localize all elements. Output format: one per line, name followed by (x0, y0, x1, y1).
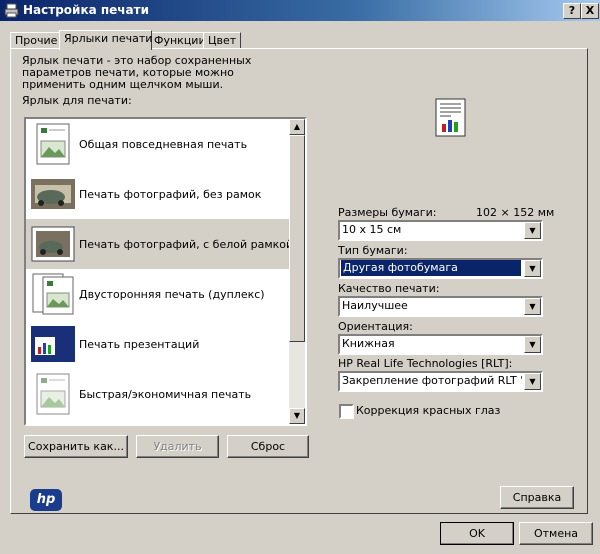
hp-logo: hp (30, 489, 62, 511)
list-item[interactable]: Печать фотографий, без рамок (26, 169, 292, 219)
chevron-down-icon[interactable]: ▼ (524, 260, 541, 277)
paper-type-label: Тип бумаги: (338, 244, 408, 257)
title-bar: Настройка печати ? X (0, 0, 600, 21)
list-item-label: Печать фотографий, без рамок (79, 188, 262, 201)
list-item[interactable]: Двусторонняя печать (дуплекс) (26, 269, 292, 319)
list-scrollbar[interactable]: ▲ ▼ (289, 119, 305, 424)
orientation-select[interactable]: Книжная ▼ (338, 334, 543, 355)
scroll-up-icon[interactable]: ▲ (289, 119, 305, 135)
shortcuts-description: Ярлык печати - это набор сохраненных пар… (22, 54, 252, 91)
help-button[interactable]: Справка (500, 486, 574, 509)
rlt-value: Закрепление фотографий RLT 'Базо (342, 374, 522, 387)
orientation-value: Книжная (342, 337, 395, 350)
scroll-down-icon[interactable]: ▼ (289, 408, 305, 424)
print-quality-label: Качество печати: (338, 282, 440, 295)
list-item-label: Печать презентаций (79, 338, 200, 351)
chevron-down-icon[interactable]: ▼ (524, 336, 541, 353)
chevron-down-icon[interactable]: ▼ (524, 373, 541, 390)
paper-size-mm: 102 × 152 мм (476, 206, 555, 219)
rlt-select[interactable]: Закрепление фотографий RLT 'Базо ▼ (338, 371, 543, 392)
tab-other[interactable]: Прочие (10, 32, 60, 49)
list-item[interactable]: Быстрая/экономичная печать (26, 369, 292, 419)
scroll-thumb[interactable] (289, 135, 305, 342)
economy-icon (36, 373, 70, 415)
print-quality-select[interactable]: Наилучшее ▼ (338, 296, 543, 317)
list-item-label: Печать фотографий, с белой рамкой (79, 238, 294, 251)
shortcut-list-label: Ярлык для печати: (22, 94, 132, 107)
tab-print-shortcuts[interactable]: Ярлыки печати (59, 30, 152, 50)
window-title: Настройка печати (23, 3, 149, 17)
chevron-down-icon[interactable]: ▼ (524, 222, 541, 239)
save-as-button[interactable]: Сохранить как... (24, 435, 128, 458)
help-title-button[interactable]: ? (563, 3, 581, 19)
list-item[interactable]: Печать фотографий, с белой рамкой (26, 219, 294, 269)
red-eye-checkbox[interactable] (339, 404, 354, 419)
list-item[interactable]: Печать презентаций (26, 319, 292, 369)
reset-button[interactable]: Сброс (227, 435, 309, 458)
document-icon (36, 123, 70, 165)
duplex-icon (32, 273, 74, 315)
paper-type-value: Другая фотобумага (341, 260, 521, 276)
cancel-button[interactable]: Отмена (519, 522, 593, 545)
print-quality-value: Наилучшее (342, 299, 408, 312)
orientation-label: Ориентация: (338, 320, 413, 333)
chevron-down-icon[interactable]: ▼ (524, 298, 541, 315)
list-item-label: Общая повседневная печать (79, 138, 248, 151)
presentation-icon (31, 326, 75, 362)
red-eye-label: Коррекция красных глаз (356, 404, 501, 417)
rlt-label: HP Real Life Technologies [RLT]: (338, 357, 513, 370)
page-preview-icon (435, 98, 466, 137)
tab-color[interactable]: Цвет (203, 32, 241, 49)
shortcut-list[interactable]: Общая повседневная печать Печать фотогра… (24, 117, 307, 426)
list-item-label: Двусторонняя печать (дуплекс) (79, 288, 265, 301)
paper-size-select[interactable]: 10 x 15 см ▼ (338, 220, 543, 241)
paper-size-value: 10 x 15 см (342, 223, 402, 236)
close-title-button[interactable]: X (581, 3, 599, 19)
printer-icon (4, 3, 19, 18)
photo-white-border-icon (31, 226, 75, 262)
photo-borderless-icon (31, 179, 75, 209)
paper-type-select[interactable]: Другая фотобумага ▼ (338, 258, 543, 279)
delete-button[interactable]: Удалить (136, 435, 219, 458)
paper-size-label: Размеры бумаги: (338, 206, 437, 219)
ok-button[interactable]: OK (440, 522, 514, 545)
list-item-label: Быстрая/экономичная печать (79, 388, 252, 401)
tab-features[interactable]: Функции (149, 32, 207, 49)
list-item[interactable]: Общая повседневная печать (26, 119, 292, 169)
